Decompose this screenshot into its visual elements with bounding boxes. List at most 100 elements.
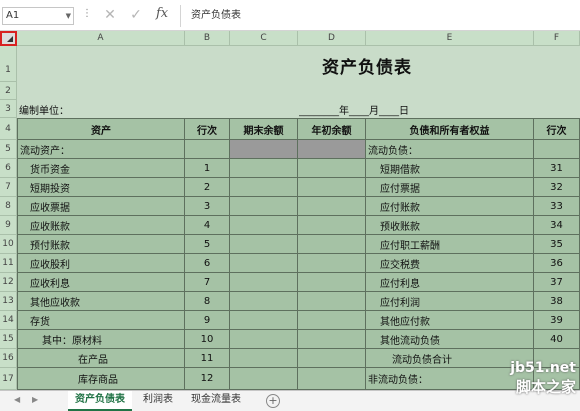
- end-balance-cell[interactable]: [230, 197, 298, 216]
- tab-income-statement[interactable]: 利润表: [136, 391, 180, 411]
- end-balance-cell[interactable]: [230, 140, 298, 159]
- begin-balance-cell[interactable]: [298, 273, 366, 292]
- end-balance-cell[interactable]: [230, 273, 298, 292]
- asset-label[interactable]: 预付账款: [17, 235, 185, 254]
- liability-label[interactable]: 应付利息: [366, 273, 534, 292]
- begin-balance-cell[interactable]: [298, 235, 366, 254]
- tab-cash-flow[interactable]: 现金流量表: [184, 391, 248, 411]
- begin-balance-cell[interactable]: [298, 368, 366, 390]
- row-header[interactable]: 13: [0, 292, 17, 311]
- asset-label[interactable]: 库存商品: [17, 368, 185, 390]
- begin-balance-cell[interactable]: [298, 197, 366, 216]
- liability-row-no[interactable]: 37: [534, 273, 580, 292]
- header-row-no[interactable]: 行次: [185, 118, 230, 140]
- liability-label[interactable]: 其他应付款: [366, 311, 534, 330]
- row-header[interactable]: 9: [0, 216, 17, 235]
- end-balance-cell[interactable]: [230, 311, 298, 330]
- liability-row-no[interactable]: 36: [534, 254, 580, 273]
- asset-row-no[interactable]: 10: [185, 330, 230, 349]
- row-header[interactable]: 5: [0, 140, 17, 159]
- unit-label[interactable]: 编制单位：: [19, 100, 179, 118]
- fx-icon[interactable]: fx: [156, 6, 168, 21]
- header-end-balance[interactable]: 期末余额: [230, 118, 298, 140]
- asset-label[interactable]: 其中：原材料: [17, 330, 185, 349]
- column-header-e[interactable]: E: [366, 31, 534, 46]
- begin-balance-cell[interactable]: [298, 216, 366, 235]
- asset-row-no[interactable]: 12: [185, 368, 230, 390]
- asset-label[interactable]: 货币资金: [17, 159, 185, 178]
- liability-row-no[interactable]: 39: [534, 311, 580, 330]
- asset-label[interactable]: 应收利息: [17, 273, 185, 292]
- header-row-no-2[interactable]: 行次: [534, 118, 580, 140]
- row-header[interactable]: 12: [0, 273, 17, 292]
- begin-balance-cell[interactable]: [298, 349, 366, 368]
- asset-row-no[interactable]: 2: [185, 178, 230, 197]
- liability-label[interactable]: 应付利润: [366, 292, 534, 311]
- end-balance-cell[interactable]: [230, 178, 298, 197]
- asset-row-no[interactable]: 3: [185, 197, 230, 216]
- end-balance-cell[interactable]: [230, 254, 298, 273]
- begin-balance-cell[interactable]: [298, 254, 366, 273]
- scroll-right-icon[interactable]: ▶: [32, 395, 38, 404]
- row-header[interactable]: 1: [0, 46, 17, 82]
- end-balance-cell[interactable]: [230, 235, 298, 254]
- formula-input[interactable]: 资产负债表: [180, 5, 578, 27]
- row-header[interactable]: 17: [0, 368, 17, 390]
- row-header[interactable]: 4: [0, 118, 17, 140]
- begin-balance-cell[interactable]: [298, 140, 366, 159]
- row-header[interactable]: 15: [0, 330, 17, 349]
- end-balance-cell[interactable]: [230, 292, 298, 311]
- row-header[interactable]: 3: [0, 100, 17, 118]
- end-balance-cell[interactable]: [230, 368, 298, 390]
- asset-label[interactable]: 应收票据: [17, 197, 185, 216]
- row-header[interactable]: 11: [0, 254, 17, 273]
- header-begin-balance[interactable]: 年初余额: [298, 118, 366, 140]
- end-balance-cell[interactable]: [230, 330, 298, 349]
- asset-row-no[interactable]: 5: [185, 235, 230, 254]
- row-header[interactable]: 6: [0, 159, 17, 178]
- liability-row-no[interactable]: [534, 140, 580, 159]
- header-assets[interactable]: 资产: [17, 118, 185, 140]
- asset-label[interactable]: 在产品: [17, 349, 185, 368]
- liability-label[interactable]: 短期借款: [366, 159, 534, 178]
- liability-row-no[interactable]: 35: [534, 235, 580, 254]
- scroll-left-icon[interactable]: ◀: [14, 395, 20, 404]
- asset-label[interactable]: 其他应收款: [17, 292, 185, 311]
- column-header-b[interactable]: B: [185, 31, 230, 46]
- asset-row-no[interactable]: 8: [185, 292, 230, 311]
- begin-balance-cell[interactable]: [298, 330, 366, 349]
- asset-label[interactable]: 流动资产：: [17, 140, 185, 159]
- liability-row-no[interactable]: 31: [534, 159, 580, 178]
- liability-label[interactable]: 其他流动负债: [366, 330, 534, 349]
- asset-row-no[interactable]: 1: [185, 159, 230, 178]
- asset-row-no[interactable]: 6: [185, 254, 230, 273]
- liability-label[interactable]: 流动负债：: [366, 140, 534, 159]
- asset-label[interactable]: 应收股利: [17, 254, 185, 273]
- liability-label[interactable]: 非流动负债：: [366, 368, 534, 390]
- header-liabilities[interactable]: 负债和所有者权益: [366, 118, 534, 140]
- liability-label[interactable]: 应付账款: [366, 197, 534, 216]
- liability-row-no[interactable]: 33: [534, 197, 580, 216]
- name-box[interactable]: A1 ▼: [2, 7, 74, 25]
- asset-row-no[interactable]: 4: [185, 216, 230, 235]
- liability-row-no[interactable]: 38: [534, 292, 580, 311]
- row-header[interactable]: 7: [0, 178, 17, 197]
- chevron-down-icon[interactable]: ▼: [66, 8, 71, 24]
- check-icon[interactable]: ✓: [126, 5, 146, 25]
- liability-row-no[interactable]: 40: [534, 330, 580, 349]
- add-sheet-button[interactable]: +: [266, 394, 280, 408]
- end-balance-cell[interactable]: [230, 216, 298, 235]
- column-header-c[interactable]: C: [230, 31, 298, 46]
- row-header[interactable]: 2: [0, 82, 17, 100]
- asset-label[interactable]: 应收账款: [17, 216, 185, 235]
- column-header-a[interactable]: A: [17, 31, 185, 46]
- end-balance-cell[interactable]: [230, 349, 298, 368]
- liability-row-no[interactable]: 32: [534, 178, 580, 197]
- liability-row-no[interactable]: 34: [534, 216, 580, 235]
- tab-balance-sheet[interactable]: 资产负债表: [68, 391, 132, 411]
- end-balance-cell[interactable]: [230, 159, 298, 178]
- row-header[interactable]: 10: [0, 235, 17, 254]
- begin-balance-cell[interactable]: [298, 292, 366, 311]
- liability-label[interactable]: 应付职工薪酬: [366, 235, 534, 254]
- column-header-d[interactable]: D: [298, 31, 366, 46]
